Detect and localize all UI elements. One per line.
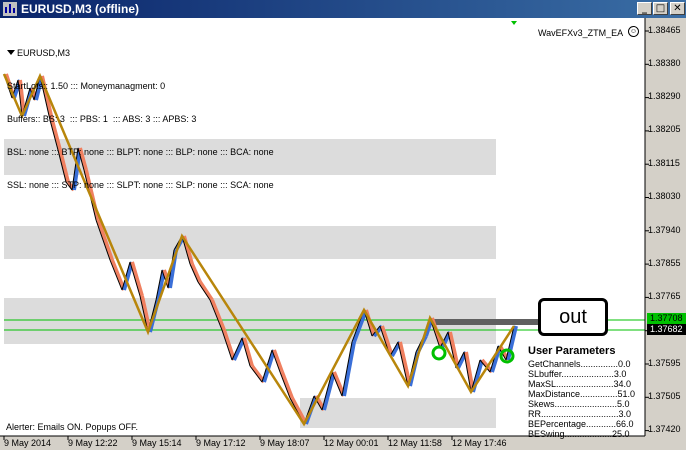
price-tick-label: 1.37420 — [648, 424, 681, 434]
alerter-status: Alerter: Emails ON. Popups OFF. — [6, 422, 139, 432]
price-tick-label: 1.38465 — [648, 25, 681, 35]
param-row: SLbuffer.....................3.0 — [528, 369, 627, 379]
time-tick-label: 9 May 12:22 — [68, 438, 118, 448]
info-line: SSL: none ::: STP: none ::: SLPT: none :… — [7, 180, 274, 190]
chart-app-icon — [3, 2, 17, 16]
symbol-label: EURUSD,M3 — [17, 48, 71, 58]
price-tick-label: 1.38115 — [648, 158, 680, 168]
price-tag-green: 1.37708 — [647, 313, 686, 324]
window-title-bar[interactable]: EURUSD,M3 (offline) _ □ ✕ — [0, 0, 686, 18]
time-tick-label: 12 May 11:58 — [388, 438, 442, 448]
maximize-button[interactable]: □ — [653, 2, 668, 15]
price-tick-label: 1.38290 — [648, 91, 681, 101]
param-row: BESwing...................25.0 — [528, 429, 630, 439]
dropdown-triangle-icon[interactable] — [7, 50, 15, 55]
price-tick-label: 1.37940 — [648, 225, 681, 235]
time-tick-label: 9 May 15:14 — [132, 438, 182, 448]
zone-rect — [300, 398, 496, 428]
param-row: MaxSL.......................34.0 — [528, 379, 632, 389]
param-row: Skews.........................5.0 — [528, 399, 630, 409]
expert-advisor-label[interactable]: WavEFXv3_ZTM_EA — [538, 28, 623, 38]
param-row: BEPercentage............66.0 — [528, 419, 634, 429]
minimize-button[interactable]: _ — [637, 2, 652, 15]
price-tick-label: 1.37505 — [648, 391, 681, 401]
time-tick-label: 9 May 18:07 — [260, 438, 310, 448]
zone-rect — [4, 298, 496, 344]
smiley-icon[interactable]: ☺ — [628, 26, 639, 37]
time-tick-label: 12 May 17:46 — [452, 438, 507, 448]
info-line: Buffers:: BS: 3 ::: PBS: 1 ::: ABS: 3 ::… — [7, 114, 197, 124]
user-parameters-panel: User Parameters GetChannels.............… — [528, 345, 636, 440]
price-tag-current: 1.37682 — [647, 324, 686, 335]
params-title: User Parameters — [528, 345, 616, 357]
price-tick-label: 1.38030 — [648, 191, 681, 201]
symbol-row[interactable]: EURUSD,M3 — [7, 48, 274, 59]
info-line: BSL: none ::: BTP: none ::: BLPT: none :… — [7, 147, 274, 157]
time-tick-label: 12 May 00:01 — [324, 438, 379, 448]
param-row: MaxDistance...............51.0 — [528, 389, 636, 399]
info-line: StartLots:: 1.50 ::: Moneymanagment: 0 — [7, 81, 166, 91]
price-tick-label: 1.37765 — [648, 291, 681, 301]
window-title: EURUSD,M3 (offline) — [21, 2, 139, 16]
time-tick-label: 9 May 17:12 — [196, 438, 246, 448]
close-button[interactable]: ✕ — [670, 2, 685, 15]
price-tick-label: 1.37855 — [648, 258, 681, 268]
time-tick-label: 9 May 2014 — [4, 438, 52, 448]
price-tick-label: 1.37595 — [648, 358, 681, 368]
out-callout: out — [538, 298, 608, 336]
chart-info-panel: EURUSD,M3 StartLots:: 1.50 ::: Moneymana… — [7, 26, 274, 202]
param-row: GetChannels...............0.0 — [528, 359, 631, 369]
price-tick-label: 1.38205 — [648, 124, 681, 134]
zone-rect — [4, 226, 496, 259]
price-tick-label: 1.38380 — [648, 58, 681, 68]
target-bar — [430, 319, 540, 325]
param-row: RR...............................3.0 — [528, 409, 632, 419]
